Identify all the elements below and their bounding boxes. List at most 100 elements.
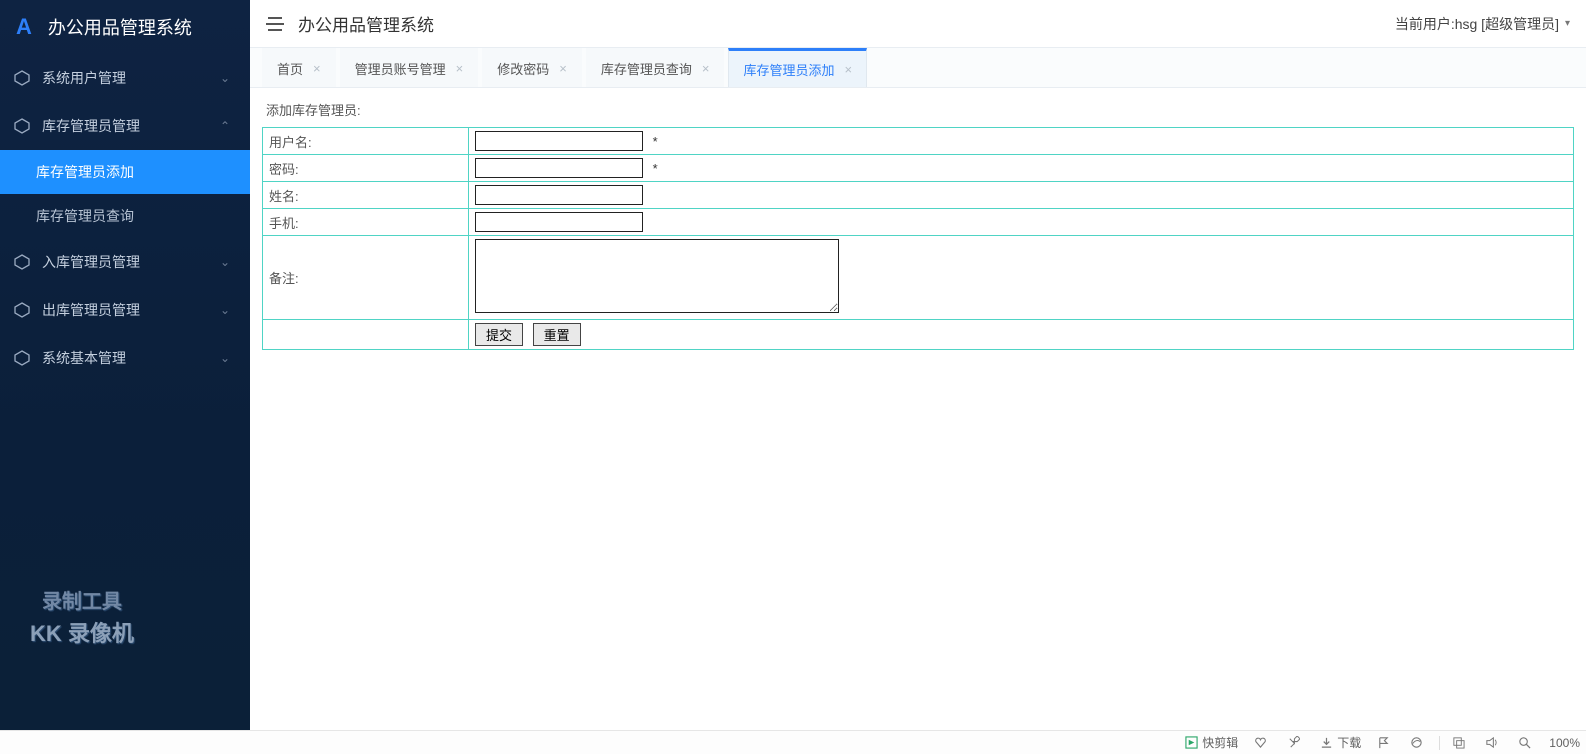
field-cell xyxy=(469,182,1574,209)
field-label-remark: 备注: xyxy=(263,236,469,320)
copy-icon xyxy=(1452,736,1465,749)
tab-label: 库存管理员查询 xyxy=(601,59,692,78)
sidebar-subitem-label: 库存管理员添加 xyxy=(36,164,134,180)
cube-icon xyxy=(14,350,30,366)
cube-icon xyxy=(14,254,30,270)
chevron-down-icon: ⌄ xyxy=(220,351,230,365)
app-title: 办公用品管理系统 xyxy=(48,14,192,40)
empty-cell xyxy=(263,320,469,350)
name-input[interactable] xyxy=(475,185,643,205)
cube-icon xyxy=(14,70,30,86)
topbar-left: 办公用品管理系统 xyxy=(266,11,434,36)
submit-button[interactable]: 提交 xyxy=(475,323,523,346)
sidebar-item-inbound-admin[interactable]: 入库管理员管理 ⌄ xyxy=(0,238,250,286)
close-icon[interactable]: × xyxy=(313,61,321,76)
sound-icon xyxy=(1485,736,1498,749)
sidebar-subitem-inventory-query[interactable]: 库存管理员查询 xyxy=(0,194,250,238)
statusbar-copy-icon[interactable] xyxy=(1452,736,1469,749)
tab-home[interactable]: 首页 × xyxy=(262,48,336,87)
statusbar-pin-icon[interactable] xyxy=(1287,736,1304,749)
field-cell: * xyxy=(469,128,1574,155)
chevron-down-icon: ▾ xyxy=(1565,18,1570,29)
chevron-down-icon: ⌄ xyxy=(220,303,230,317)
watermark: 录制工具 KK 录像机 xyxy=(30,587,134,650)
tab-inventory-add[interactable]: 库存管理员添加 × xyxy=(728,48,867,87)
ie-icon xyxy=(1410,736,1423,749)
statusbar-download[interactable]: 下载 xyxy=(1320,734,1361,751)
sidebar-header: A 办公用品管理系统 xyxy=(0,0,250,54)
sidebar-item-label: 系统用户管理 xyxy=(42,68,126,88)
download-icon xyxy=(1320,736,1333,749)
sidebar-item-outbound-admin[interactable]: 出库管理员管理 ⌄ xyxy=(0,286,250,334)
sidebar-subitem-label: 库存管理员查询 xyxy=(36,208,134,224)
sidebar-item-label: 系统基本管理 xyxy=(42,348,126,368)
sidebar-item-inventory-admin[interactable]: 库存管理员管理 ⌃ xyxy=(0,102,250,150)
watermark-line2: KK 录像机 xyxy=(30,617,134,650)
sidebar-item-label: 库存管理员管理 xyxy=(42,116,140,136)
tab-label: 首页 xyxy=(277,59,303,78)
table-row: 用户名: * xyxy=(263,128,1574,155)
field-label-username: 用户名: xyxy=(263,128,469,155)
chevron-up-icon: ⌃ xyxy=(220,119,230,133)
field-cell: * xyxy=(469,155,1574,182)
current-user-dropdown[interactable]: 当前用户:hsg [超级管理员] ▾ xyxy=(1395,14,1570,34)
statusbar: 快剪辑 下载 xyxy=(0,730,1586,754)
password-input[interactable] xyxy=(475,158,643,178)
app-logo-icon: A xyxy=(16,14,32,40)
field-label-phone: 手机: xyxy=(263,209,469,236)
field-label-password: 密码: xyxy=(263,155,469,182)
statusbar-quickedit[interactable]: 快剪辑 xyxy=(1185,734,1238,751)
sidebar-subitem-inventory-add[interactable]: 库存管理员添加 xyxy=(0,150,250,194)
field-label-name: 姓名: xyxy=(263,182,469,209)
chevron-down-icon: ⌄ xyxy=(220,255,230,269)
current-user-label: 当前用户:hsg [超级管理员] xyxy=(1395,14,1559,34)
statusbar-flag-icon[interactable] xyxy=(1377,736,1394,749)
table-row: 备注: xyxy=(263,236,1574,320)
cube-icon xyxy=(14,302,30,318)
table-row: 密码: * xyxy=(263,155,1574,182)
tabs: 首页 × 管理员账号管理 × 修改密码 × 库存管理员查询 × 库存管理员添加 … xyxy=(250,48,1586,88)
cube-icon xyxy=(14,118,30,134)
sidebar-item-label: 出库管理员管理 xyxy=(42,300,140,320)
field-cell xyxy=(469,209,1574,236)
sidebar-item-system-basic[interactable]: 系统基本管理 ⌄ xyxy=(0,334,250,382)
field-cell xyxy=(469,236,1574,320)
tab-label: 库存管理员添加 xyxy=(743,60,834,79)
topbar: 办公用品管理系统 当前用户:hsg [超级管理员] ▾ xyxy=(250,0,1586,48)
reset-button[interactable]: 重置 xyxy=(533,323,581,346)
required-mark: * xyxy=(653,134,658,149)
tab-inventory-query[interactable]: 库存管理员查询 × xyxy=(586,48,725,87)
statusbar-zoom-icon[interactable] xyxy=(1518,736,1535,749)
close-icon[interactable]: × xyxy=(844,62,852,77)
statusbar-heart-icon[interactable] xyxy=(1254,736,1271,749)
statusbar-zoom-value: 100% xyxy=(1549,736,1580,750)
form-table: 用户名: * 密码: * 姓名: 手机: xyxy=(262,127,1574,350)
statusbar-ie-icon[interactable] xyxy=(1410,736,1427,749)
statusbar-sound-icon[interactable] xyxy=(1485,736,1502,749)
flag-icon xyxy=(1377,736,1390,749)
zoom-icon xyxy=(1518,736,1531,749)
content: 添加库存管理员: 用户名: * 密码: * 姓名: xyxy=(250,88,1586,730)
sidebar-item-system-users[interactable]: 系统用户管理 ⌄ xyxy=(0,54,250,102)
table-row: 手机: xyxy=(263,209,1574,236)
watermark-line1: 录制工具 xyxy=(30,587,134,617)
close-icon[interactable]: × xyxy=(559,61,567,76)
heart-icon xyxy=(1254,736,1267,749)
menu-toggle-icon[interactable] xyxy=(266,17,284,31)
username-input[interactable] xyxy=(475,131,643,151)
tab-label: 修改密码 xyxy=(497,59,549,78)
phone-input[interactable] xyxy=(475,212,643,232)
form-title: 添加库存管理员: xyxy=(262,100,1574,119)
remark-textarea[interactable] xyxy=(475,239,839,313)
tab-admin-accounts[interactable]: 管理员账号管理 × xyxy=(340,48,479,87)
separator xyxy=(1439,736,1440,750)
tab-change-password[interactable]: 修改密码 × xyxy=(482,48,582,87)
sidebar-item-label: 入库管理员管理 xyxy=(42,252,140,272)
topbar-title: 办公用品管理系统 xyxy=(298,11,434,36)
statusbar-quickedit-label: 快剪辑 xyxy=(1202,734,1238,751)
scissors-icon xyxy=(1185,736,1198,749)
table-row: 提交 重置 xyxy=(263,320,1574,350)
close-icon[interactable]: × xyxy=(456,61,464,76)
close-icon[interactable]: × xyxy=(702,61,710,76)
statusbar-download-label: 下载 xyxy=(1337,734,1361,751)
